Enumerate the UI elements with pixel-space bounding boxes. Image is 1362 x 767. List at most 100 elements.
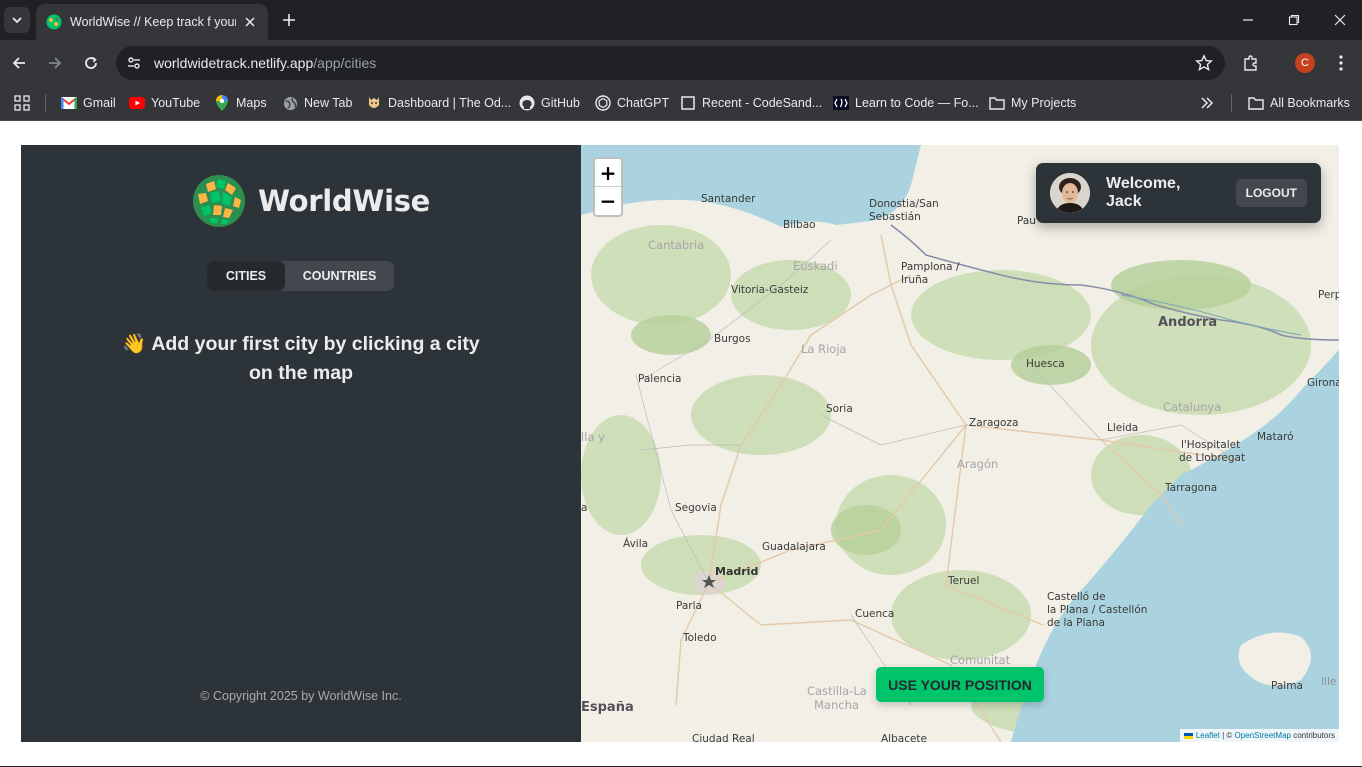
map-label-aragon: Aragón <box>957 457 999 471</box>
tab-close-button[interactable] <box>242 14 258 30</box>
tab-cities[interactable]: Cities <box>207 261 285 291</box>
map-label-donostia: Donostia/San <box>869 198 939 210</box>
map-label-santander: Santander <box>701 193 756 205</box>
back-button[interactable] <box>7 51 31 75</box>
browser-toolbar: worldwidetrack.netlify.app/app/cities C <box>0 40 1362 86</box>
arrow-left-icon <box>12 57 25 69</box>
map-label-parla: Parla <box>676 600 702 612</box>
close-window-button[interactable] <box>1325 6 1355 34</box>
address-bar[interactable]: worldwidetrack.netlify.app/app/cities <box>116 46 1225 80</box>
avatar <box>1050 173 1090 213</box>
use-your-position-button[interactable]: USE YOUR POSITION <box>876 667 1044 702</box>
browser-tab-bar: WorldWise // Keep track f your <box>0 0 1362 40</box>
page-viewport: WorldWise Cities Countries 👋 Add your fi… <box>0 121 1362 767</box>
extensions-button[interactable] <box>1239 51 1263 75</box>
all-bookmarks-button[interactable]: All Bookmarks <box>1248 92 1350 114</box>
map-label-castilla-la-mancha-2: Mancha <box>814 698 859 712</box>
bookmark-codesandbox[interactable]: Recent - CodeSand... <box>680 92 822 114</box>
restore-button[interactable] <box>1279 6 1309 34</box>
map-label-mataro: Mataró <box>1257 431 1294 443</box>
maps-icon <box>214 95 230 111</box>
leaflet-link[interactable]: Leaflet <box>1196 731 1220 740</box>
bookmark-freecodecamp[interactable]: Learn to Code — Fo... <box>833 92 979 114</box>
osm-link[interactable]: OpenStreetMap <box>1234 731 1290 740</box>
tab-countries[interactable]: Countries <box>285 261 394 291</box>
sidebar-tabs: Cities Countries <box>207 261 394 291</box>
map-label-castello-3: de la Plana <box>1047 617 1105 629</box>
map-label-madrid: Madrid <box>715 565 759 578</box>
close-icon <box>1334 14 1346 26</box>
codesandbox-icon <box>680 95 696 111</box>
more-bookmarks-button[interactable] <box>1200 92 1214 114</box>
bookmarks-bar: Gmail YouTube Maps New Tab Dashboard | T… <box>0 86 1362 121</box>
site-info-icon[interactable] <box>122 51 146 75</box>
app-layout: WorldWise Cities Countries 👋 Add your fi… <box>21 145 1339 742</box>
bookmark-maps[interactable]: Maps <box>214 92 267 114</box>
zoom-in-button[interactable]: + <box>595 159 621 187</box>
map-label-pamplona: Pamplona / <box>901 261 960 273</box>
tab-search-button[interactable] <box>4 7 30 33</box>
map-label-la-rioja: La Rioja <box>801 342 847 356</box>
bookmark-chatgpt[interactable]: ChatGPT <box>595 92 669 114</box>
map-label-espana: España <box>581 700 634 715</box>
profile-button[interactable]: C <box>1293 51 1317 75</box>
map-label-bilbao: Bilbao <box>783 219 816 231</box>
browser-menu-button[interactable] <box>1329 51 1353 75</box>
empty-state-text: Add your first city by clicking a city o… <box>151 333 480 384</box>
map-label-euskadi: Euskadi <box>793 259 838 273</box>
map-label-teruel: Teruel <box>948 575 980 587</box>
map-label-huesca: Huesca <box>1026 358 1065 370</box>
bookmark-star-icon[interactable] <box>1195 54 1213 77</box>
bookmarks-divider <box>1231 94 1232 112</box>
bookmark-odin-dashboard[interactable]: Dashboard | The Od... <box>366 92 511 114</box>
worldwise-logo-icon <box>193 175 245 227</box>
user-panel: Welcome, Jack Logout <box>1036 163 1321 223</box>
zoom-control: + − <box>593 157 623 217</box>
map-label-illes: Ille <box>1321 676 1337 688</box>
double-chevron-right-icon <box>1201 97 1214 109</box>
apps-grid-icon <box>14 95 30 111</box>
empty-state-message: 👋 Add your first city by clicking a city… <box>111 330 491 388</box>
sidebar: WorldWise Cities Countries 👋 Add your fi… <box>21 145 581 742</box>
map-label-hospitalet: l'Hospitalet <box>1181 439 1241 451</box>
zoom-out-button[interactable]: − <box>595 187 621 215</box>
logo[interactable]: WorldWise <box>192 174 430 228</box>
puzzle-icon <box>1244 55 1257 71</box>
user-avatar-icon <box>1050 173 1090 213</box>
map-label-burgos: Burgos <box>714 333 751 345</box>
chevron-down-icon <box>12 17 22 24</box>
minimize-button[interactable] <box>1233 6 1263 34</box>
bookmark-my-projects[interactable]: My Projects <box>989 92 1076 114</box>
gmail-icon <box>61 95 77 111</box>
map-label-palma: Palma <box>1271 680 1303 692</box>
apps-button[interactable] <box>14 92 30 114</box>
reload-button[interactable] <box>79 51 103 75</box>
tab-title: WorldWise // Keep track f your <box>70 15 236 29</box>
url-text: worldwidetrack.netlify.app/app/cities <box>154 55 377 71</box>
bookmark-gmail[interactable]: Gmail <box>61 92 116 114</box>
folder-icon <box>1248 95 1264 111</box>
bookmarks-divider <box>45 94 46 112</box>
map[interactable]: Santander Bilbao Donostia/San Sebastián … <box>581 145 1339 742</box>
bookmark-new-tab[interactable]: New Tab <box>282 92 352 114</box>
github-icon <box>519 95 535 111</box>
ukraine-flag-icon <box>1183 732 1193 739</box>
map-label-lleida: Lleida <box>1107 422 1139 434</box>
map-label-avila: Ávila <box>623 538 649 550</box>
map-label-palencia: Palencia <box>638 373 682 385</box>
logout-button[interactable]: Logout <box>1235 179 1307 207</box>
map-label-donostia-2: Sebastián <box>869 211 921 223</box>
forward-button[interactable] <box>43 51 67 75</box>
map-label-castilla-y-leon: lla y <box>581 430 605 444</box>
profile-avatar: C <box>1295 53 1315 73</box>
map-label-ciudad-real: Ciudad Real <box>692 733 755 742</box>
new-tab-button[interactable] <box>278 9 300 31</box>
bookmark-youtube[interactable]: YouTube <box>129 92 200 114</box>
more-vertical-icon <box>1339 55 1343 71</box>
browser-tab-active[interactable]: WorldWise // Keep track f your <box>36 4 268 40</box>
copyright: © Copyright 2025 by WorldWise Inc. <box>200 689 402 703</box>
map-label-pamplona-2: Iruña <box>901 274 929 286</box>
map-label-hospitalet-2: de Llobregat <box>1179 452 1246 464</box>
close-icon <box>245 17 255 27</box>
bookmark-github[interactable]: GitHub <box>519 92 580 114</box>
